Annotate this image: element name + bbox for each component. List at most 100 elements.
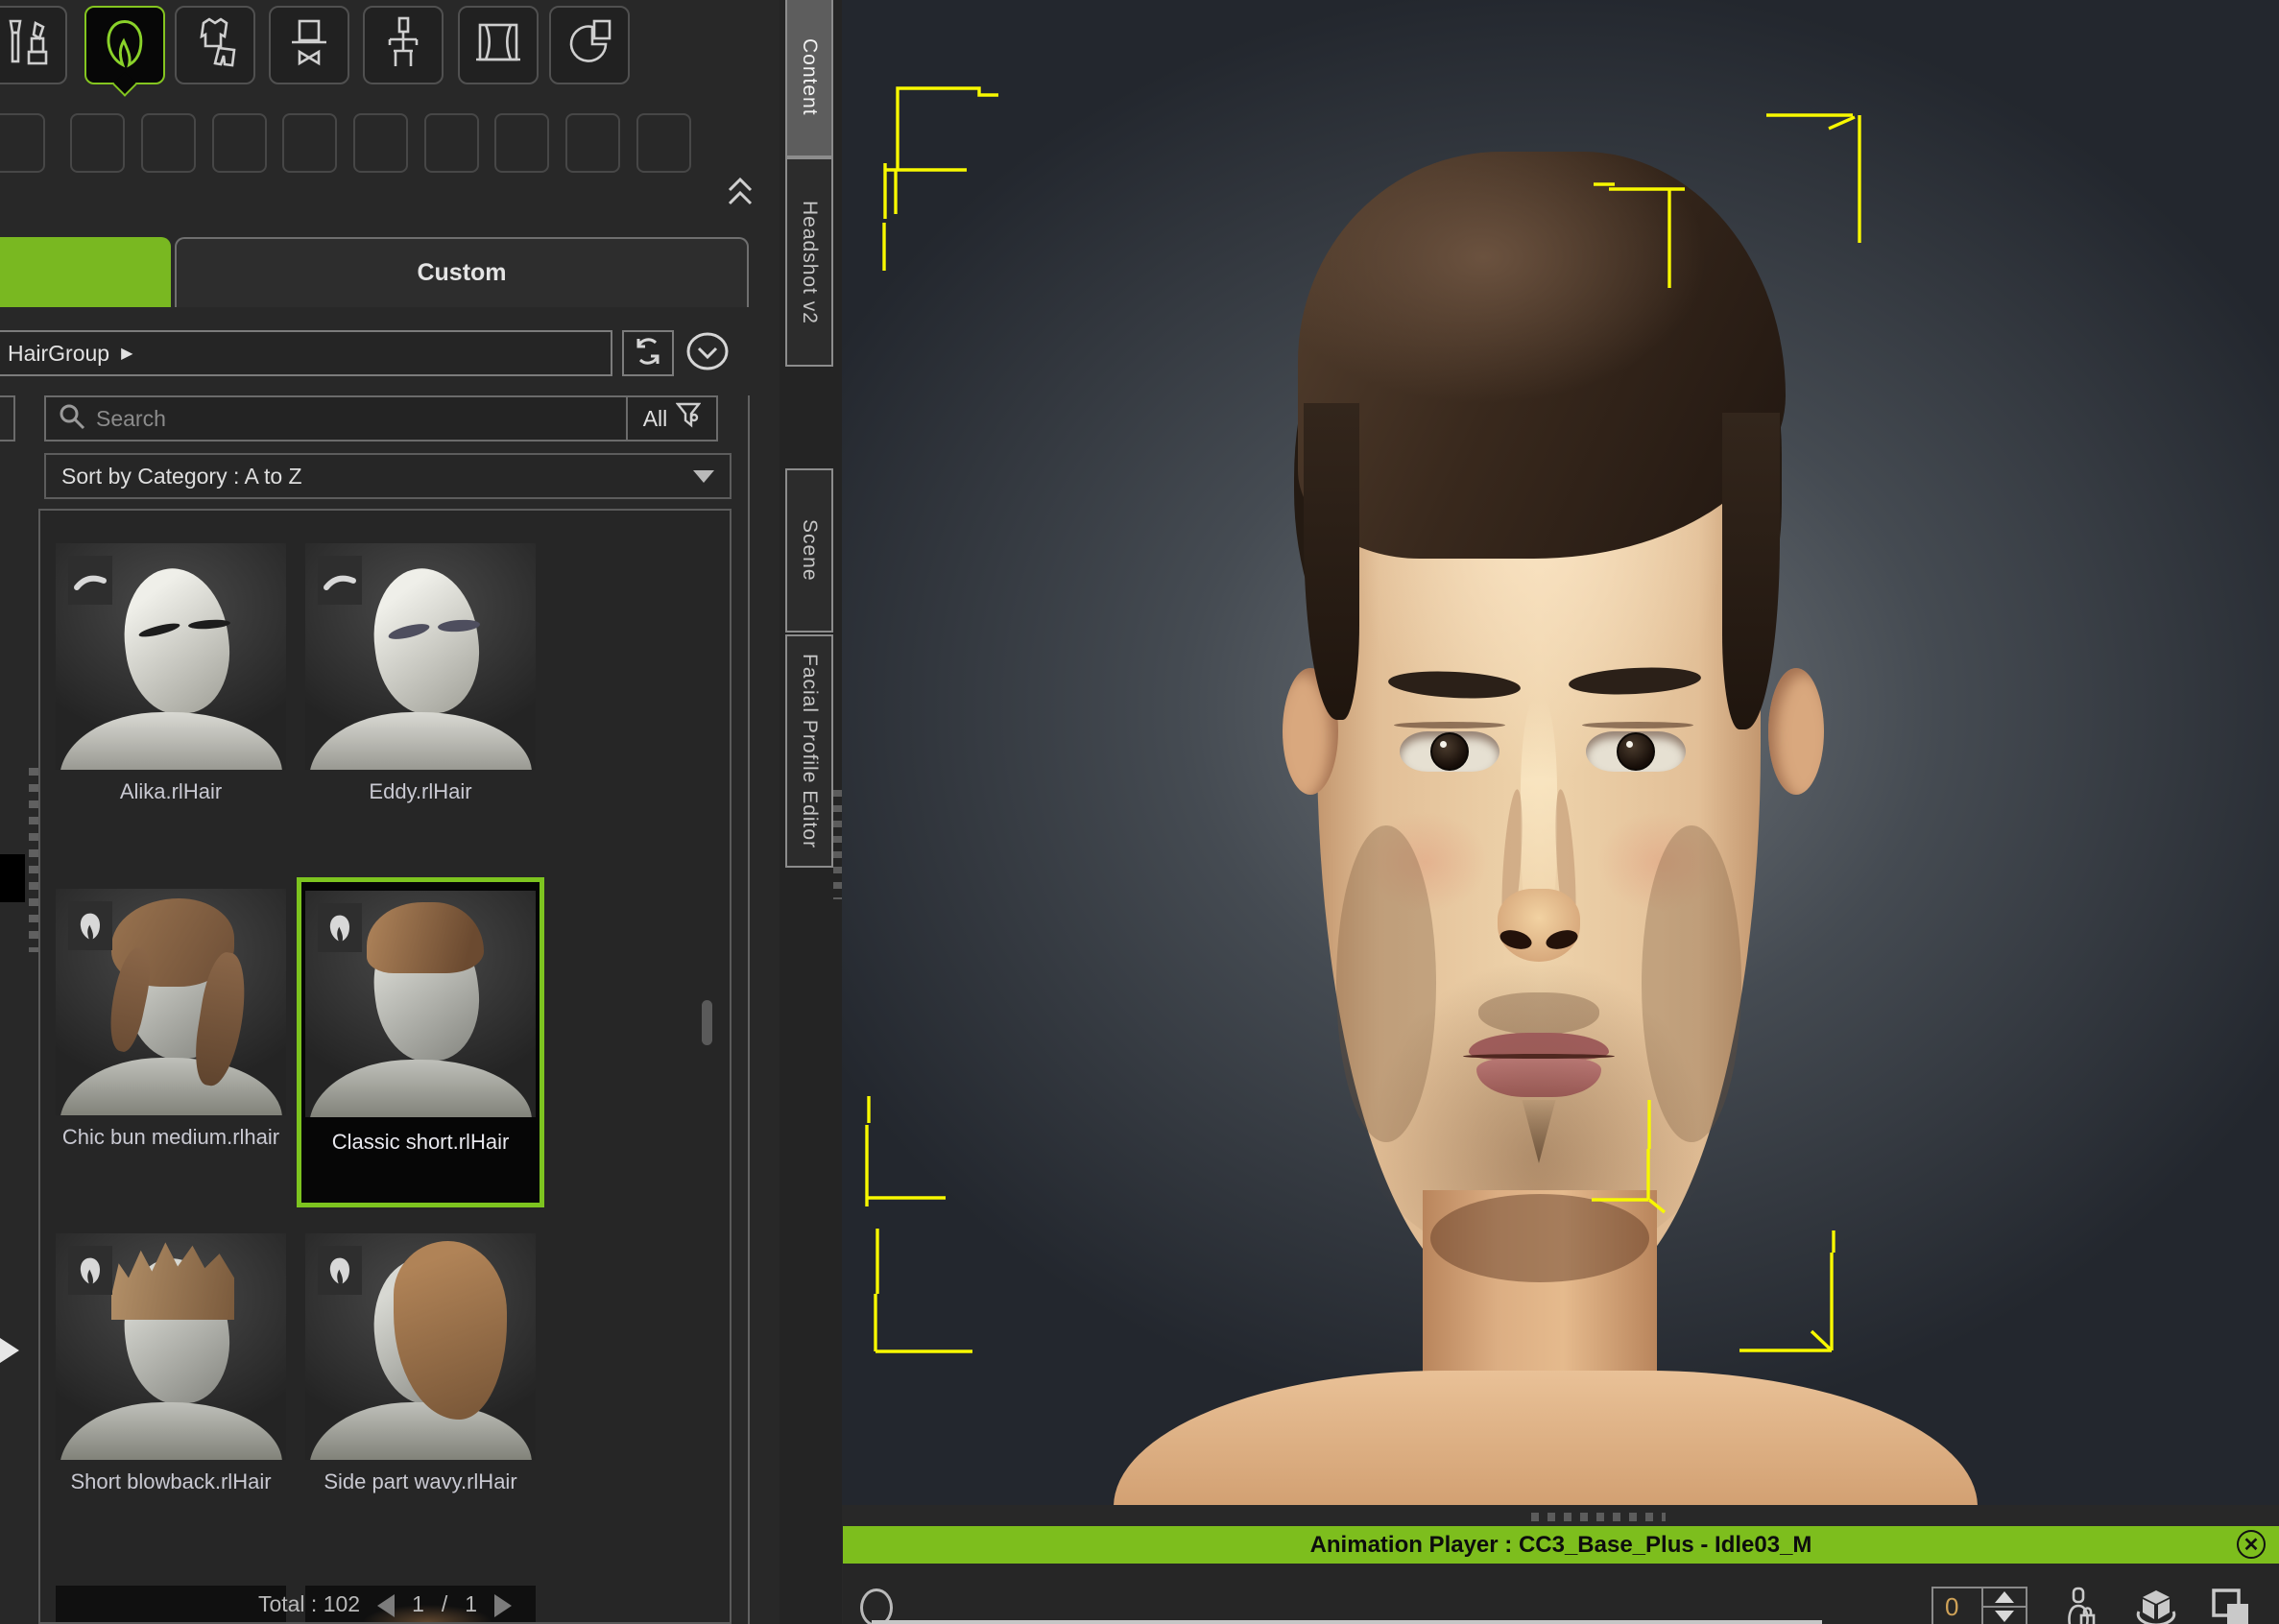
tab-scene[interactable]: Scene [785,468,833,633]
expand-right-icon[interactable] [0,1338,19,1363]
list-item-short-blowback[interactable]: Short blowback.rlHair [56,1233,286,1494]
mini-strip-slot[interactable] [0,395,15,442]
expand-group-button[interactable] [682,330,733,376]
page-total: 1 [465,1591,477,1617]
quick-slot[interactable] [494,113,549,173]
panel-right-border [748,395,750,1624]
quick-slot[interactable] [424,113,479,173]
quick-slot[interactable] [212,113,267,173]
clothing-icon [190,17,240,74]
stage-tool-button[interactable] [458,6,539,84]
viewport-3d[interactable] [842,0,2279,1505]
quick-slot[interactable] [70,113,125,173]
list-item-classic-short-selected[interactable]: Classic short.rlHair [297,877,544,1207]
accessories-tool-button[interactable] [269,6,349,84]
thumbnail-alika [56,543,286,770]
tab-custom[interactable]: Custom [175,237,749,307]
list-item-side-part-wavy[interactable]: Side part wavy.rlHair [305,1233,536,1494]
chevron-down-circle-icon [685,329,730,378]
item-label: Eddy.rlHair [305,778,536,804]
clothing-tool-button[interactable] [175,6,255,84]
mannequin-shoulders [309,1402,532,1460]
mannequin-shoulders [60,1402,282,1460]
tab-template[interactable] [0,237,171,307]
vertical-scrollbar[interactable] [702,1000,712,1045]
mannequin-head [116,562,237,720]
avatar-rig-icon [378,16,428,75]
hair-shape [111,1239,234,1320]
viewport-splitter-handle[interactable] [833,790,842,899]
quick-slot[interactable] [282,113,337,173]
double-chevron-up-icon [726,195,755,211]
breadcrumb-arrow-icon: ▶ [121,344,132,363]
close-icon[interactable]: ✕ [2237,1530,2266,1559]
arrow-down-icon [1995,1611,2014,1622]
thumbnail-classic-short [305,891,536,1117]
spinner-down-button[interactable] [1983,1606,2026,1624]
breadcrumb-label: HairGroup [8,341,109,367]
quick-slot[interactable] [0,113,45,173]
collapse-panel-button[interactable] [726,175,755,212]
animation-player-bar[interactable]: Animation Player : CC3_Base_Plus - Idle0… [843,1526,2279,1564]
list-item-alika[interactable]: Alika.rlHair [56,543,286,804]
hair-tool-button[interactable] [84,6,165,84]
eyebrow-badge-icon [318,556,362,605]
mini-strip-swatch [0,854,25,902]
mannequin-shoulders [60,712,282,770]
panel-splitter-handle[interactable] [29,768,38,952]
lock-character-icon[interactable] [2060,1587,2099,1624]
hair-badge-icon [318,903,362,952]
quick-slot[interactable] [353,113,408,173]
zoom-search-icon[interactable] [860,1588,893,1624]
tab-scene-label: Scene [798,519,821,582]
morph-tool-button[interactable] [549,6,630,84]
search-icon [58,402,86,436]
avatar-rig-tool-button[interactable] [363,6,444,84]
breadcrumb[interactable]: HairGroup ▶ [0,330,612,376]
prev-page-icon[interactable] [377,1594,395,1617]
eyebrow-badge-icon [68,556,112,605]
pagination-bar: Total : 102 1 / 1 [38,1591,732,1624]
search-scope-button[interactable]: All [626,397,716,440]
next-page-icon[interactable] [494,1594,512,1617]
hair-icon [99,15,151,76]
morph-icon [564,17,615,74]
page-separator: / [442,1591,447,1617]
makeup-icon [3,17,51,74]
mannequin-shoulders [309,712,532,770]
mannequin-head [366,562,487,720]
tab-custom-label: Custom [417,259,506,287]
thumbnail-short-blowback [56,1233,286,1460]
item-label: Short blowback.rlHair [56,1469,286,1494]
thumbnail-side-part-wavy [305,1233,536,1460]
mannequin-shoulders [309,1060,532,1117]
refresh-button[interactable] [622,330,674,376]
display-views-icon[interactable] [2210,1587,2252,1624]
timeline-track[interactable] [872,1620,1822,1624]
makeup-tool-button[interactable] [0,6,67,84]
quick-slot[interactable] [565,113,620,173]
list-item-eddy[interactable]: Eddy.rlHair [305,543,536,804]
quick-slot[interactable] [636,113,691,173]
item-label: Chic bun medium.rlhair [56,1124,286,1150]
spinner-up-button[interactable] [1983,1588,2026,1606]
arrow-up-icon [1995,1591,2014,1603]
player-splitter-handle[interactable] [1531,1513,1666,1521]
frame-value: 0 [1933,1588,1981,1624]
tab-headshot-v2[interactable]: Headshot v2 [785,157,833,367]
sort-dropdown[interactable]: Sort by Category : A to Z [44,453,732,499]
frame-spinner[interactable]: 0 [1931,1587,2027,1624]
item-label: Side part wavy.rlHair [305,1469,536,1494]
hair-shape [367,902,484,973]
orbit-cube-icon[interactable] [2133,1587,2179,1624]
tab-facial-profile-editor[interactable]: Facial Profile Editor [785,634,833,868]
page-current: 1 [412,1591,424,1617]
tab-fpe-label: Facial Profile Editor [798,654,821,848]
item-label: Classic short.rlHair [301,1129,540,1155]
search-input[interactable]: Search All [44,395,718,442]
tab-content[interactable]: Content [785,0,833,157]
list-item-chic-bun[interactable]: Chic bun medium.rlhair [56,889,286,1150]
sort-dropdown-label: Sort by Category : A to Z [61,464,302,490]
stage-icon [472,17,524,74]
quick-slot[interactable] [141,113,196,173]
